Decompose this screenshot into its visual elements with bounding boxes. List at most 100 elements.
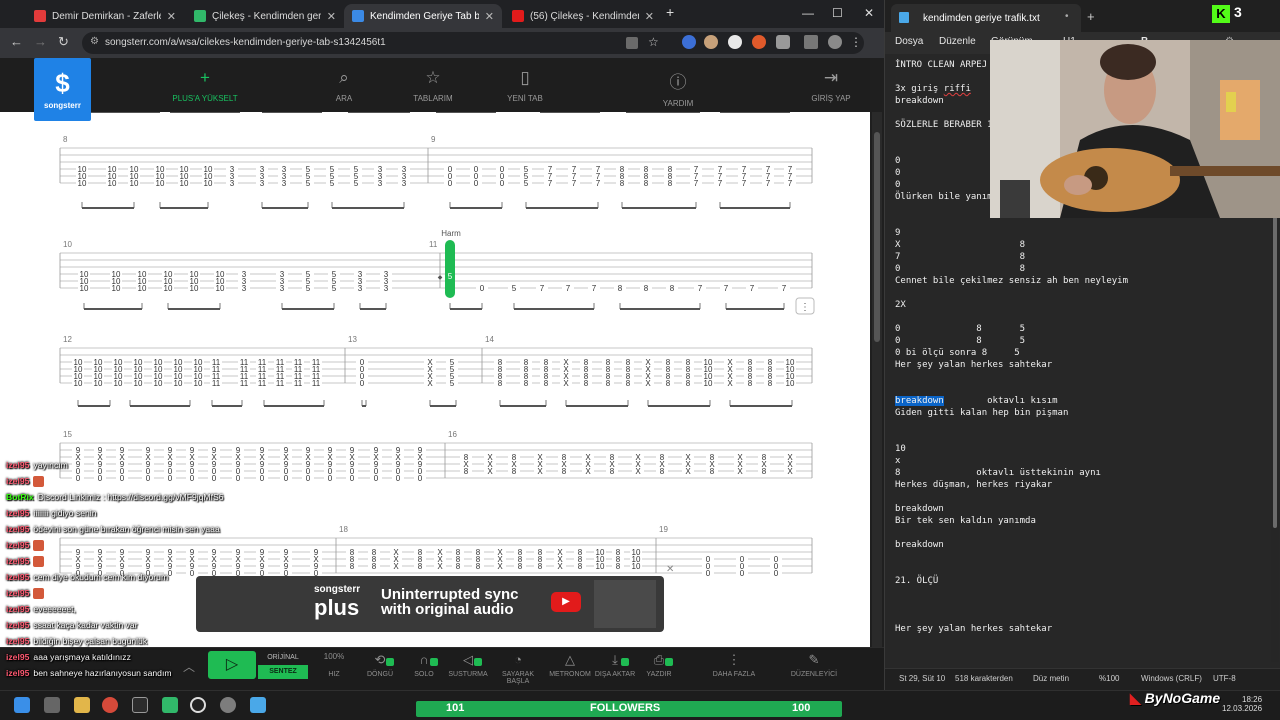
tab-fret-number: 8	[660, 467, 665, 476]
obs-icon[interactable]	[190, 697, 206, 713]
control-label: DAHA FAZLA	[712, 671, 756, 678]
tab-fret-number: X	[487, 467, 493, 476]
tab-fret-number: X	[645, 379, 651, 388]
chat-username: izel95	[6, 508, 30, 518]
close-tab-icon[interactable]: ✕	[327, 10, 336, 23]
task-view-icon[interactable]	[44, 697, 60, 713]
songsterr-logo[interactable]: $ songsterr	[34, 58, 91, 121]
whatsapp-icon[interactable]	[162, 697, 178, 713]
new-tab-button[interactable]: +	[666, 4, 674, 20]
more-vertical-icon: ⋮	[800, 302, 810, 313]
line-endings[interactable]: Windows (CRLF)	[1141, 674, 1202, 683]
encoding[interactable]: UTF-8	[1213, 674, 1236, 683]
sheet-scrollbar[interactable]	[872, 112, 882, 647]
tab-youtube[interactable]: (56) Çilekeş - Kendimden Geriy... ✕	[504, 4, 662, 28]
measure-number: 19	[659, 525, 668, 534]
profile-avatar-icon[interactable]	[828, 35, 842, 49]
nav-my-tabs[interactable]: ☆ TABLARIM	[388, 68, 478, 103]
tab-fret-number: 10	[194, 379, 203, 388]
tab-fret-number: 0	[306, 474, 311, 483]
notepad-line: 0 8	[895, 264, 1026, 274]
more-control[interactable]: ⋮ DAHA FAZLA	[706, 652, 762, 678]
nav-login[interactable]: ⇥ GİRİŞ YAP	[786, 68, 876, 103]
scrollbar-thumb[interactable]	[874, 132, 880, 342]
notepad-new-tab-button[interactable]: +	[1087, 9, 1095, 24]
control-label: SUSTURMA	[448, 671, 488, 678]
tab-favicon-icon	[194, 10, 206, 22]
tab-fret-number: 7	[572, 179, 577, 188]
install-app-icon[interactable]	[626, 37, 638, 49]
banner-brand-top: songsterr	[314, 584, 361, 595]
char-count: 518 karakterden	[955, 674, 1013, 683]
notepad-taskbar-icon[interactable]	[250, 697, 266, 713]
chrome-icon[interactable]	[102, 697, 118, 713]
close-window-button[interactable]: ✕	[864, 6, 874, 20]
media-control-icon[interactable]	[804, 35, 818, 49]
reload-icon[interactable]: ↻	[58, 34, 69, 50]
settings-icon[interactable]	[220, 697, 236, 713]
bookmark-star-icon[interactable]: ☆	[648, 35, 659, 49]
menu-edit[interactable]: Düzenle	[939, 36, 976, 47]
tab-cilekes-album[interactable]: Çilekeş - Kendimden geriye - Al... ✕	[186, 4, 344, 28]
chat-emote-icon	[33, 540, 45, 552]
close-tab-icon[interactable]: ✕	[167, 10, 176, 23]
tab-fret-number: 8	[464, 467, 469, 476]
tab-fret-number: 10	[112, 284, 121, 293]
chat-message: izel95	[0, 588, 300, 604]
print-control[interactable]: ⎙ YAZDIR	[631, 652, 687, 678]
close-tab-icon[interactable]: ✕	[645, 10, 654, 23]
chat-emote-icon	[33, 476, 45, 488]
tab-fret-number: 0	[396, 474, 401, 483]
site-info-icon[interactable]: ⚙	[90, 36, 99, 47]
tab-fret-number: 7	[540, 284, 545, 293]
tab-demir-demirkan[interactable]: Demir Demirkan - Zaferlerim - ... ✕	[26, 4, 184, 28]
extension-circle-icon[interactable]	[728, 35, 742, 49]
browser-window: Demir Demirkan - Zaferlerim - ... ✕ Çile…	[0, 0, 884, 690]
start-icon[interactable]	[14, 697, 30, 713]
tab-title: Kendimden Geriye Tab by Çilek...	[370, 10, 479, 22]
address-bar[interactable]: ⚙ songsterr.com/a/wsa/cilekes-kendimden-…	[82, 32, 864, 54]
notepad-tab[interactable]: kendimden geriye trafik.txt •	[891, 4, 1081, 32]
count-in-control[interactable]: ◔ SAYARAK BAŞLA	[490, 652, 546, 685]
file-explorer-icon[interactable]	[74, 697, 90, 713]
playback-cursor	[445, 240, 455, 298]
minimize-button[interactable]: —	[802, 6, 814, 20]
zoom-level[interactable]: %100	[1099, 674, 1119, 683]
tab-fret-number: 3	[378, 179, 383, 188]
browser-menu-icon[interactable]: ⋮	[850, 35, 862, 49]
tab-fret-number: 8	[584, 379, 589, 388]
kick-logo-icon: K	[1212, 5, 1230, 23]
extension-cookie-icon[interactable]	[704, 35, 718, 49]
tab-title: Çilekeş - Kendimden geriye - Al...	[212, 10, 321, 22]
chat-text: ssaat kaça kadar vaktin var	[33, 620, 138, 630]
tab-fret-number: X	[537, 467, 543, 476]
tab-fret-number: 5	[524, 179, 529, 188]
unsaved-dot-icon[interactable]: •	[1065, 11, 1069, 22]
nav-search[interactable]: ⌕ ARA	[299, 68, 389, 103]
forward-icon[interactable]: →	[34, 34, 47, 49]
close-banner-icon[interactable]: ✕	[666, 564, 674, 575]
nav-help[interactable]: ⓘ YARDIM	[633, 68, 723, 108]
chat-text: ödevini son güne bırakan öğrenci misin s…	[33, 524, 220, 534]
notepad-line: 21. ÖLÇÜ	[895, 576, 939, 586]
extension-fox-icon[interactable]	[752, 35, 766, 49]
back-icon[interactable]: ←	[10, 34, 23, 49]
plus-icon: +	[200, 68, 210, 87]
close-tab-icon[interactable]: ✕	[485, 10, 494, 23]
notepad-line: Her şey yalan herkes sahtekar	[895, 360, 1053, 370]
audio-app-icon[interactable]	[132, 697, 148, 713]
menu-file[interactable]: Dosya	[895, 36, 923, 47]
chat-username: izel95	[6, 588, 30, 598]
star-icon: ☆	[425, 68, 441, 87]
editor-control[interactable]: ✎ DÜZENLEYİCİ	[786, 652, 842, 678]
nav-upgrade-plus[interactable]: + PLUS'A YÜKSELT	[160, 68, 250, 103]
control-label: DÜZENLEYİCİ	[790, 671, 838, 678]
tab-songsterr[interactable]: Kendimden Geriye Tab by Çilek... ✕	[344, 4, 502, 28]
extensions-puzzle-icon[interactable]	[776, 35, 790, 49]
nav-new-tab[interactable]: ▯ YENİ TAB	[480, 68, 570, 103]
tab-fret-number: 10	[174, 379, 183, 388]
extension-translate-icon[interactable]	[682, 35, 696, 49]
chat-message: izel95 ssaat kaça kadar vaktin var	[0, 620, 300, 636]
maximize-button[interactable]: ☐	[832, 6, 843, 20]
mute-control[interactable]: ◁ SUSTURMA	[440, 652, 496, 678]
